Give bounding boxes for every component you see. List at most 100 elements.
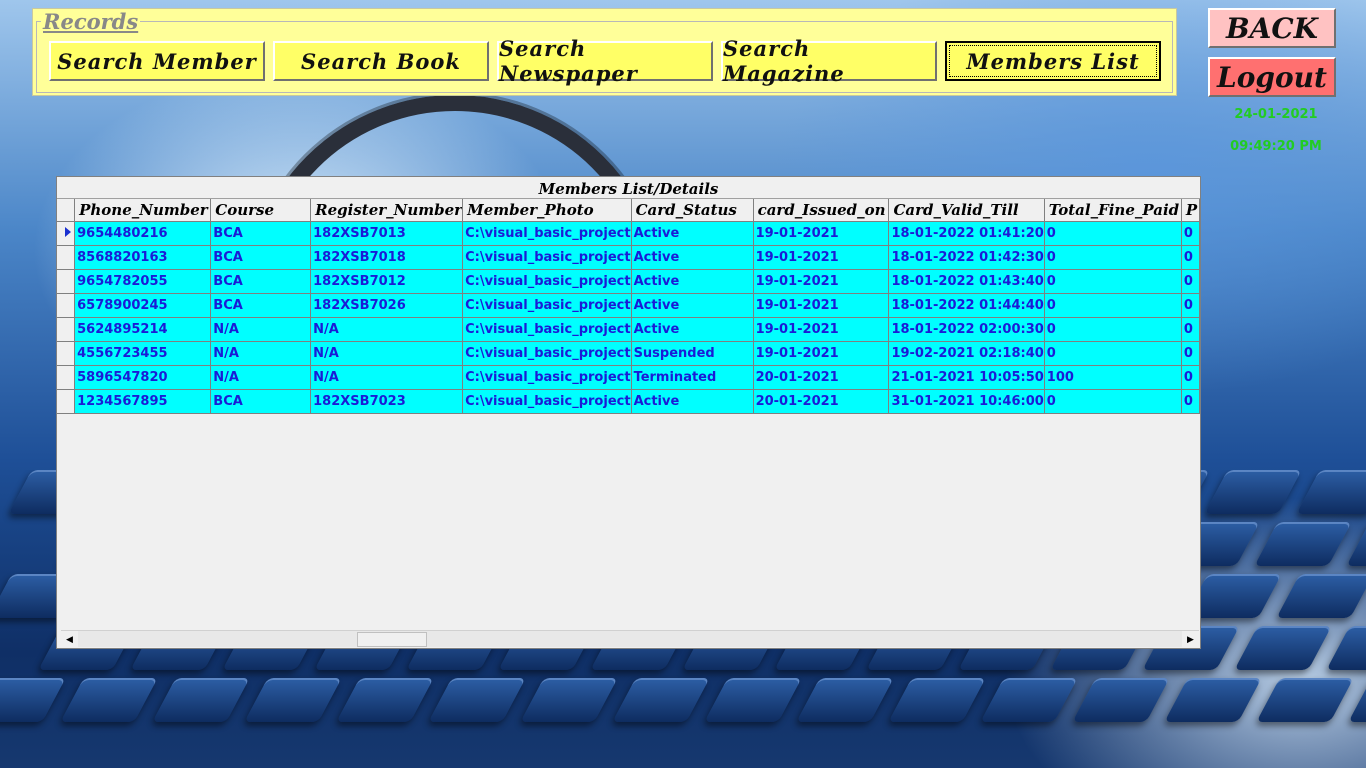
table-cell[interactable]: C:\visual_basic_project: [462, 317, 632, 342]
table-cell[interactable]: 18-01-2022 01:42:30: [888, 245, 1045, 270]
row-selector[interactable]: [57, 389, 76, 414]
row-selector[interactable]: [57, 269, 76, 294]
table-cell[interactable]: 5624895214: [74, 317, 212, 342]
table-cell[interactable]: 19-02-2021 02:18:40: [888, 341, 1045, 366]
table-cell[interactable]: C:\visual_basic_project: [462, 365, 632, 390]
table-cell[interactable]: 18-01-2022 01:44:40: [888, 293, 1045, 318]
table-cell[interactable]: 0: [1044, 317, 1182, 342]
table-cell[interactable]: N/A: [210, 341, 312, 366]
table-cell[interactable]: 182XSB7026: [310, 293, 464, 318]
table-cell[interactable]: 8568820163: [74, 245, 212, 270]
table-cell[interactable]: BCA: [210, 293, 312, 318]
table-cell[interactable]: Active: [631, 293, 754, 318]
table-cell[interactable]: 9654782055: [74, 269, 212, 294]
column-header[interactable]: Course: [210, 199, 312, 222]
table-cell[interactable]: C:\visual_basic_project: [462, 269, 632, 294]
table-cell[interactable]: 0: [1181, 245, 1200, 270]
table-cell[interactable]: 19-01-2021: [753, 269, 890, 294]
table-cell[interactable]: Terminated: [631, 365, 754, 390]
table-row[interactable]: 5896547820 N/A N/A C:\visual_basic_project T…: [57, 365, 1200, 390]
scroll-left-icon[interactable]: ◀: [61, 631, 78, 648]
table-cell[interactable]: 182XSB7023: [310, 389, 464, 414]
row-selector[interactable]: [57, 341, 76, 366]
table-cell[interactable]: N/A: [310, 317, 464, 342]
table-cell[interactable]: 0: [1181, 221, 1200, 246]
table-cell[interactable]: 0: [1044, 293, 1182, 318]
table-cell[interactable]: 20-01-2021: [753, 365, 890, 390]
table-cell[interactable]: N/A: [210, 365, 312, 390]
table-cell[interactable]: 19-01-2021: [753, 221, 890, 246]
table-cell[interactable]: 0: [1181, 293, 1200, 318]
members-list-button[interactable]: Members List: [945, 41, 1161, 81]
search-book-button[interactable]: Search Book: [273, 41, 489, 81]
table-row[interactable]: 8568820163 BCA 182XSB7018 C:\visual_basic_p…: [57, 245, 1200, 270]
table-cell[interactable]: 0: [1181, 341, 1200, 366]
table-cell[interactable]: 0: [1044, 389, 1182, 414]
table-cell[interactable]: BCA: [210, 269, 312, 294]
table-cell[interactable]: N/A: [210, 317, 312, 342]
table-cell[interactable]: 18-01-2022 02:00:30: [888, 317, 1045, 342]
members-grid[interactable]: Members List/Details Phone_Number Course R…: [56, 176, 1201, 649]
table-cell[interactable]: Active: [631, 245, 754, 270]
table-cell[interactable]: 9654480216: [74, 221, 212, 246]
column-header[interactable]: Total_Fine_Paid: [1044, 199, 1182, 222]
column-header[interactable]: Phone_Number: [74, 199, 212, 222]
column-header[interactable]: Card_Valid_Till: [888, 199, 1045, 222]
table-row[interactable]: 9654782055 BCA 182XSB7012 C:\visual_basic_p…: [57, 269, 1200, 294]
table-cell[interactable]: 0: [1181, 365, 1200, 390]
scrollbar-thumb[interactable]: [357, 632, 427, 647]
search-magazine-button[interactable]: Search Magazine: [721, 36, 937, 86]
table-cell[interactable]: 0: [1181, 269, 1200, 294]
table-cell[interactable]: 0: [1181, 317, 1200, 342]
table-cell[interactable]: C:\visual_basic_project: [462, 341, 632, 366]
table-cell[interactable]: 5896547820: [74, 365, 212, 390]
table-cell[interactable]: 19-01-2021: [753, 245, 890, 270]
table-cell[interactable]: 19-01-2021: [753, 341, 890, 366]
scroll-right-icon[interactable]: ▶: [1182, 631, 1199, 648]
table-row[interactable]: 1234567895 BCA 182XSB7023 C:\visual_basic_p…: [57, 389, 1200, 414]
search-member-button[interactable]: Search Member: [49, 41, 265, 81]
column-header[interactable]: Card_Status: [631, 199, 754, 222]
back-button[interactable]: BACK: [1208, 8, 1336, 48]
column-header[interactable]: Member_Photo: [462, 199, 632, 222]
table-cell[interactable]: C:\visual_basic_project: [462, 221, 632, 246]
table-cell[interactable]: BCA: [210, 389, 312, 414]
table-cell[interactable]: C:\visual_basic_project: [462, 245, 632, 270]
table-cell[interactable]: 20-01-2021: [753, 389, 890, 414]
table-cell[interactable]: Active: [631, 269, 754, 294]
table-cell[interactable]: 4556723455: [74, 341, 212, 366]
table-cell[interactable]: 1234567895: [74, 389, 212, 414]
table-cell[interactable]: 182XSB7013: [310, 221, 464, 246]
table-cell[interactable]: 0: [1044, 341, 1182, 366]
column-header[interactable]: Register_Number: [310, 199, 464, 222]
table-cell[interactable]: Active: [631, 389, 754, 414]
table-cell[interactable]: 0: [1044, 221, 1182, 246]
table-cell[interactable]: 100: [1044, 365, 1182, 390]
table-cell[interactable]: 0: [1181, 389, 1200, 414]
table-row[interactable]: 9654480216 BCA 182XSB7013 C:\visual_basic_p…: [57, 221, 1200, 246]
table-cell[interactable]: Active: [631, 317, 754, 342]
table-cell[interactable]: 0: [1044, 245, 1182, 270]
row-selector[interactable]: [57, 293, 76, 318]
horizontal-scrollbar[interactable]: ◀ ▶: [61, 630, 1199, 648]
table-row[interactable]: 4556723455 N/A N/A C:\visual_basic_project S…: [57, 341, 1200, 366]
table-cell[interactable]: Active: [631, 221, 754, 246]
table-cell[interactable]: 6578900245: [74, 293, 212, 318]
column-header[interactable]: P: [1181, 199, 1200, 222]
table-cell[interactable]: N/A: [310, 365, 464, 390]
row-selector[interactable]: [57, 317, 76, 342]
table-cell[interactable]: 31-01-2021 10:46:00: [888, 389, 1045, 414]
table-cell[interactable]: BCA: [210, 221, 312, 246]
search-newspaper-button[interactable]: Search Newspaper: [497, 36, 713, 86]
table-row[interactable]: 5624895214 N/A N/A C:\visual_basic_project A…: [57, 317, 1200, 342]
table-cell[interactable]: 19-01-2021: [753, 317, 890, 342]
table-cell[interactable]: N/A: [310, 341, 464, 366]
table-cell[interactable]: C:\visual_basic_project: [462, 389, 632, 414]
table-cell[interactable]: 182XSB7018: [310, 245, 464, 270]
table-cell[interactable]: 21-01-2021 10:05:50: [888, 365, 1045, 390]
row-selector[interactable]: [57, 221, 76, 246]
logout-button[interactable]: Logout: [1208, 57, 1336, 97]
table-cell[interactable]: 18-01-2022 01:41:20: [888, 221, 1045, 246]
row-selector[interactable]: [57, 365, 76, 390]
table-cell[interactable]: C:\visual_basic_project: [462, 293, 632, 318]
